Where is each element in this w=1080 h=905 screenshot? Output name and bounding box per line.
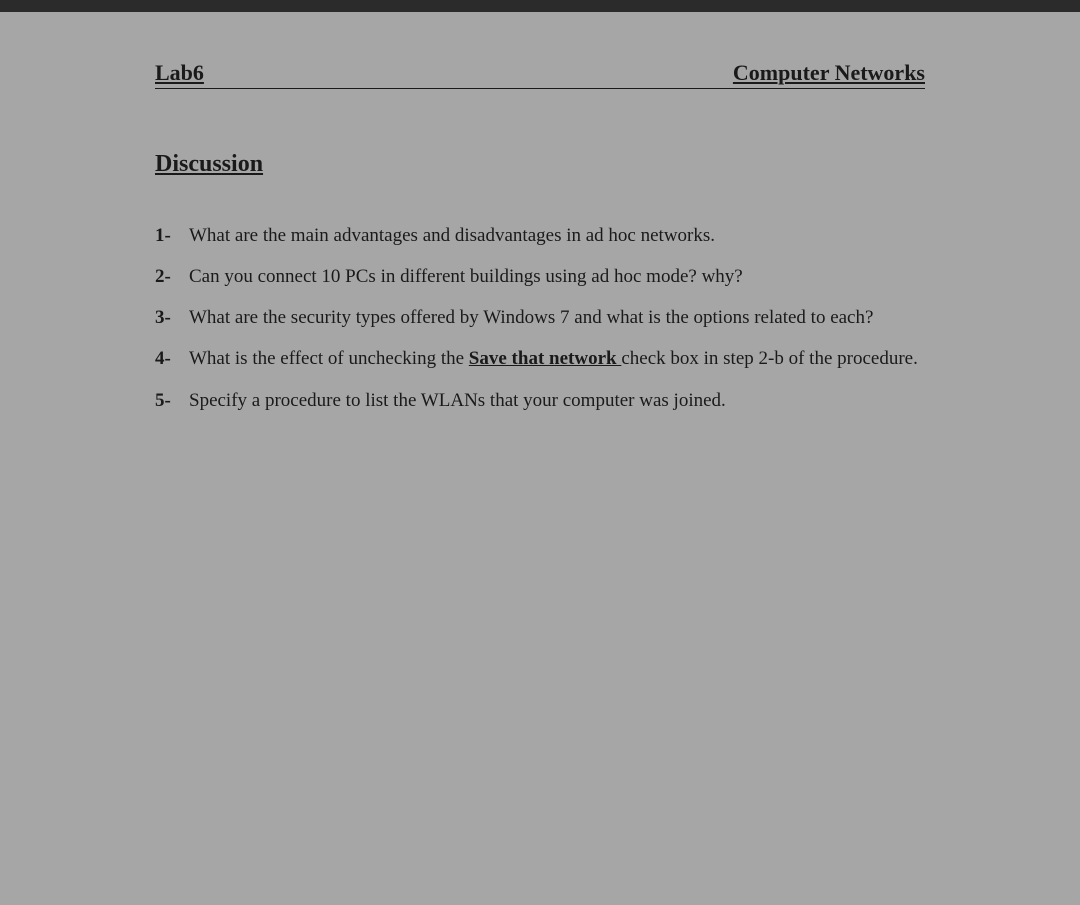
- question-text-before: What are the main advantages and disadva…: [189, 225, 715, 246]
- question-number: 1-: [155, 218, 189, 253]
- header-left: Lab6: [155, 60, 204, 86]
- question-text-after: check box in step 2-b of the procedure.: [621, 348, 918, 369]
- document-content: Lab6 Computer Networks Discussion 1- Wha…: [0, 12, 1080, 418]
- question-number: 4-: [155, 341, 189, 376]
- question-text: What is the effect of unchecking the Sav…: [189, 341, 925, 376]
- question-text: What are the main advantages and disadva…: [189, 218, 925, 253]
- question-text: What are the security types offered by W…: [189, 300, 925, 335]
- question-number: 2-: [155, 259, 189, 294]
- question-text-before: Specify a procedure to list the WLANs th…: [189, 390, 726, 411]
- question-text-before: What is the effect of unchecking the: [189, 348, 469, 369]
- question-item: 1- What are the main advantages and disa…: [155, 218, 925, 253]
- questions-list: 1- What are the main advantages and disa…: [155, 218, 925, 418]
- question-item: 2- Can you connect 10 PCs in different b…: [155, 259, 925, 294]
- question-text: Can you connect 10 PCs in different buil…: [189, 259, 925, 294]
- question-text-before: Can you connect 10 PCs in different buil…: [189, 266, 743, 287]
- question-text: Specify a procedure to list the WLANs th…: [189, 383, 925, 418]
- question-item: 5- Specify a procedure to list the WLANs…: [155, 383, 925, 418]
- question-item: 4- What is the effect of unchecking the …: [155, 341, 925, 376]
- section-title: Discussion: [155, 151, 925, 178]
- question-text-before: What are the security types offered by W…: [189, 307, 873, 328]
- top-bar: [0, 0, 1080, 12]
- question-underline: Save that network: [469, 348, 622, 369]
- header-row: Lab6 Computer Networks: [155, 60, 925, 89]
- question-number: 5-: [155, 383, 189, 418]
- question-number: 3-: [155, 300, 189, 335]
- question-item: 3- What are the security types offered b…: [155, 300, 925, 335]
- header-right: Computer Networks: [733, 60, 925, 86]
